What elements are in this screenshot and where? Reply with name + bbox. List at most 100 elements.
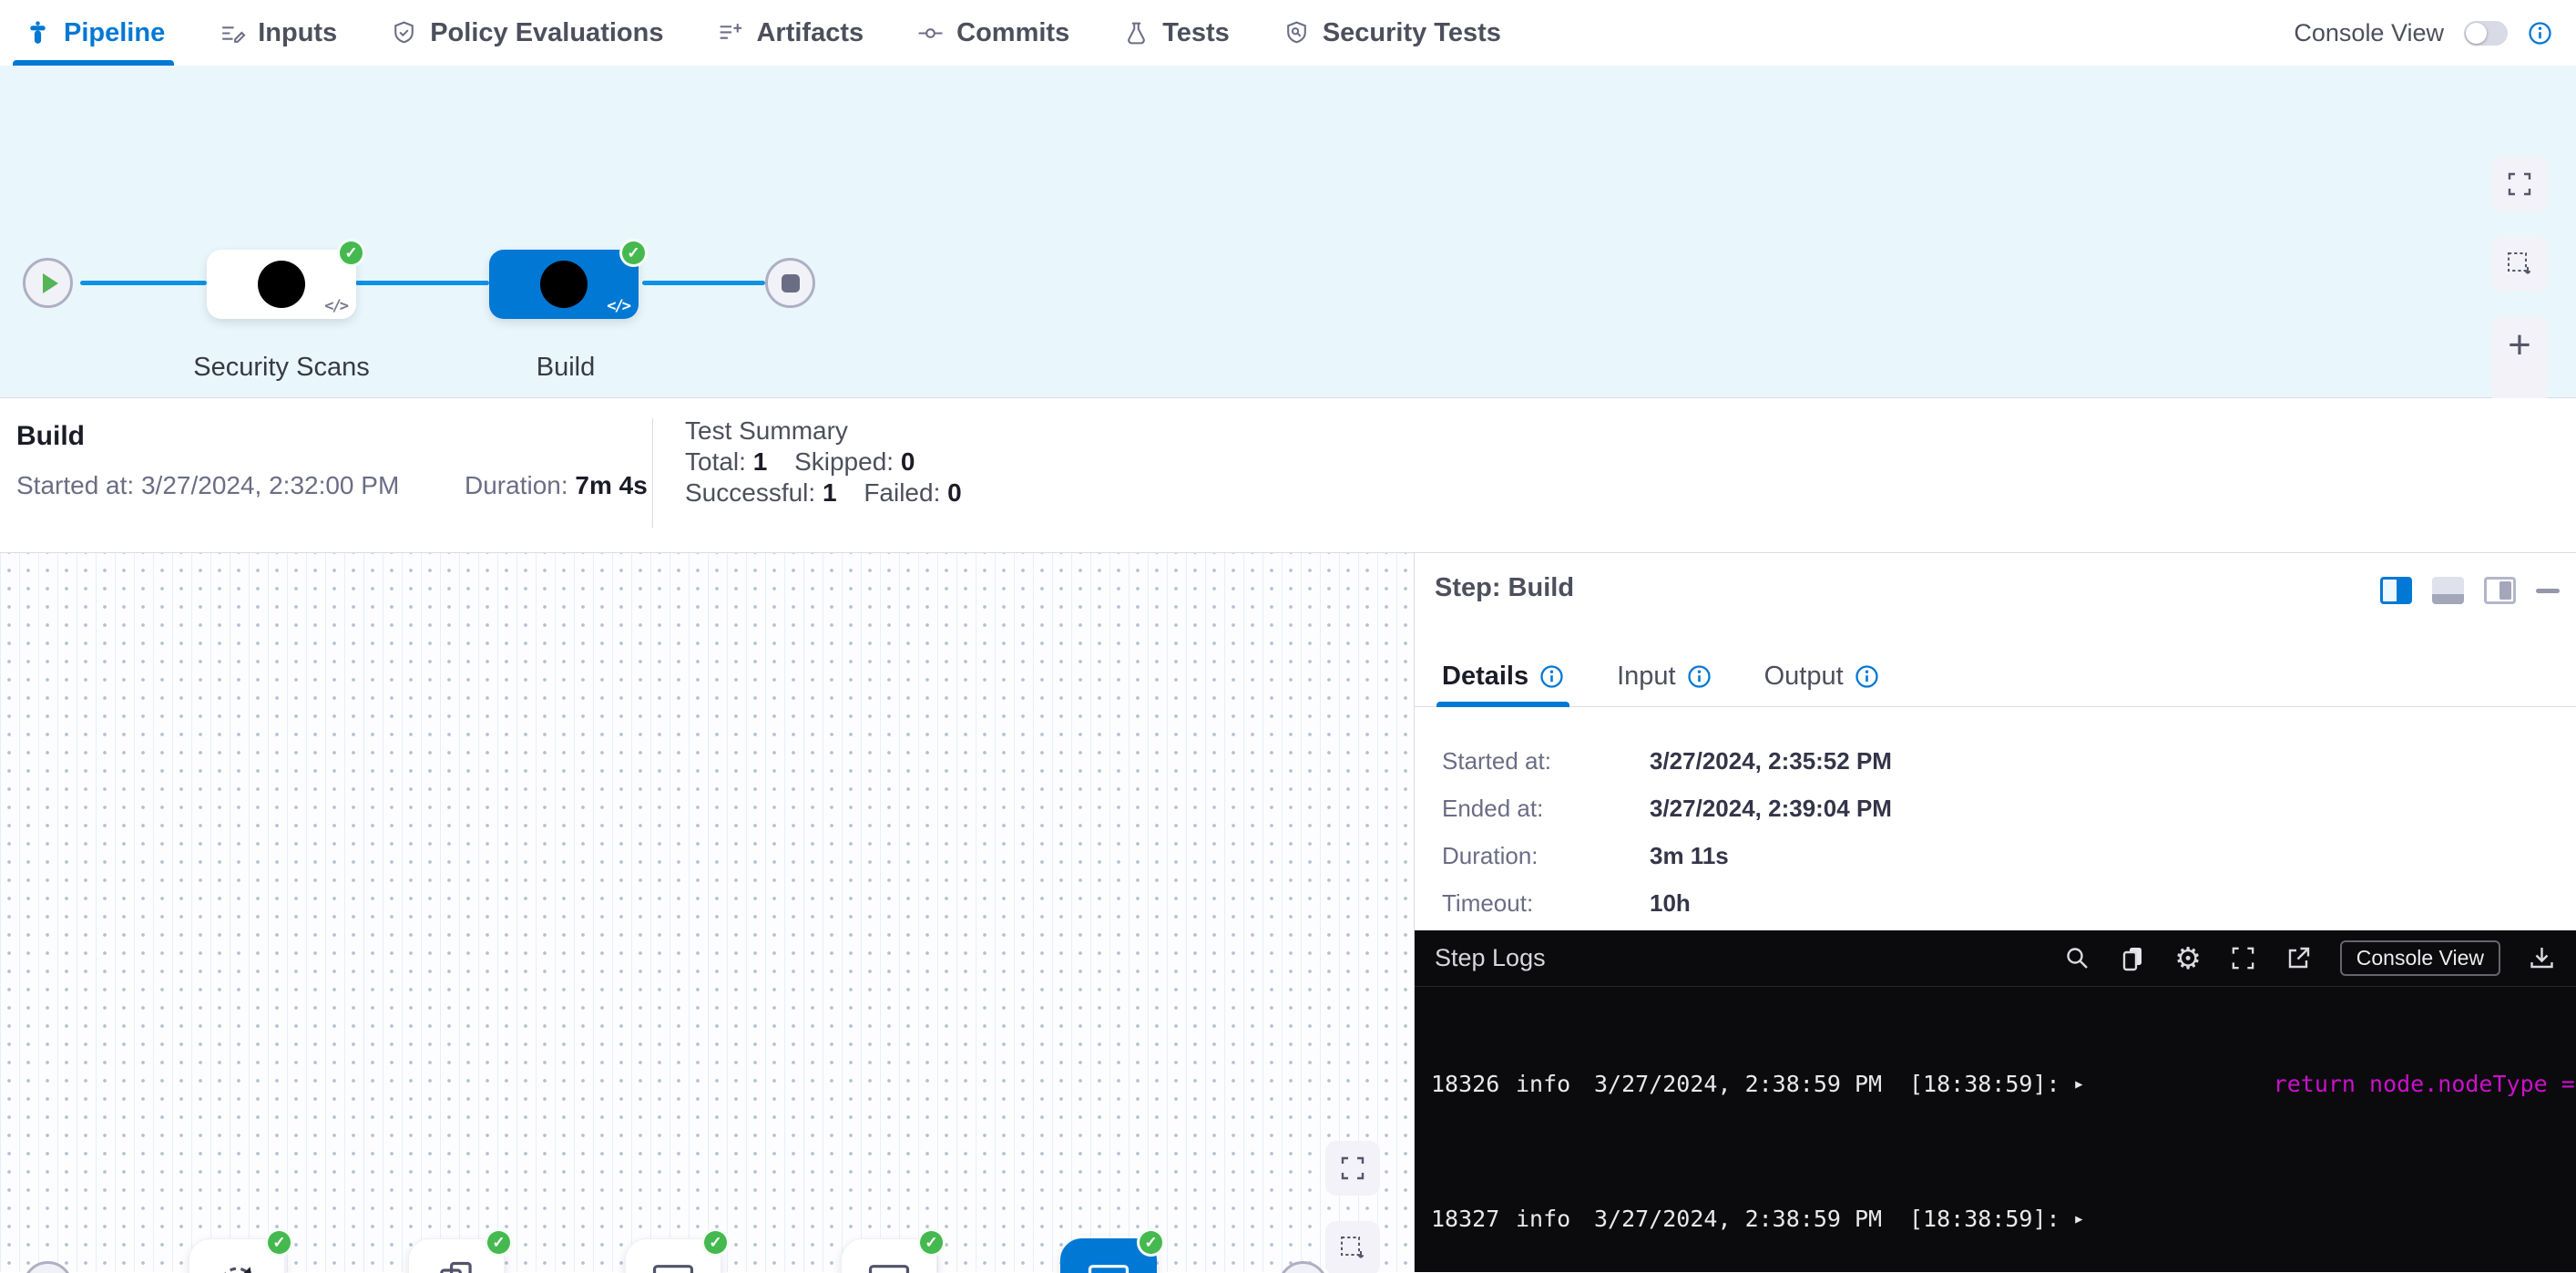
detail-value: 3m 11s (1650, 841, 1892, 870)
step-node-initialize[interactable]: </> ✓ (189, 1238, 285, 1273)
detail-label: Ended at: (1442, 794, 1650, 823)
test-summary-title: Test Summary (685, 416, 962, 446)
step-node-build[interactable]: </> ✓ (1060, 1238, 1157, 1273)
pipeline-end-node (765, 258, 815, 308)
info-icon[interactable] (1687, 664, 1712, 689)
success-check-icon: ✓ (485, 1228, 513, 1257)
success-check-icon: ✓ (1137, 1228, 1165, 1257)
fullscreen-icon (2505, 169, 2534, 199)
open-external-icon[interactable] (2285, 944, 2313, 972)
step-node-install-build-dependencies[interactable]: </> ✓ (841, 1238, 937, 1273)
log-level: info (1516, 1067, 1574, 1101)
code-tag-icon: </> (607, 297, 629, 315)
tab-input[interactable]: Input (1617, 647, 1712, 706)
layout-bottom-split-button[interactable] (2432, 577, 2464, 604)
summary-duration: Duration: 7m 4s (465, 471, 648, 500)
nav-tab-label: Security Tests (1323, 18, 1501, 48)
test-summary-row: Total: 1 Skipped: 0 (685, 447, 962, 477)
log-line: 18326info3/27/2024, 2:38:59 PM[18:38:59]… (1415, 1067, 2576, 1101)
stage-start-node (23, 1261, 73, 1273)
stage-node-build[interactable]: </> ✓ (489, 250, 639, 319)
info-icon[interactable] (1539, 664, 1564, 689)
nav-tab-label: Pipeline (64, 18, 165, 48)
info-icon[interactable] (1855, 664, 1879, 689)
zoom-in-button[interactable]: + (2492, 317, 2547, 374)
summary-started-at: Started at: 3/27/2024, 2:32:00 PM (16, 471, 399, 500)
copy-icon[interactable] (2119, 944, 2147, 972)
build-summary-bar: Build Started at: 3/27/2024, 2:32:00 PM … (0, 398, 2576, 553)
search-icon[interactable] (2063, 944, 2091, 972)
log-time: [18:38:59]: (1909, 1067, 2062, 1101)
nav-tab-icon (716, 19, 744, 47)
info-icon[interactable] (2528, 21, 2552, 46)
log-content: return node.nodeType === (2095, 1067, 2576, 1101)
log-date: 3/27/2024, 2:38:59 PM (1594, 1067, 1895, 1101)
canvas-fullscreen-button[interactable] (1325, 1141, 1380, 1196)
nav-tab-icon (24, 19, 52, 47)
panel-tabs: Details Input Output (1415, 647, 2576, 707)
tab-details[interactable]: Details (1442, 647, 1564, 706)
minimize-panel-button[interactable] (2536, 589, 2560, 593)
stage-node-security-scans[interactable]: </> ✓ (207, 250, 356, 319)
step-logs-header: Step Logs ⚙ Console View (1415, 930, 2576, 987)
ci-stage-icon (256, 259, 307, 310)
nav-tab-artifacts[interactable]: Artifacts (716, 0, 864, 66)
download-logs-icon[interactable] (2528, 944, 2556, 972)
code-tag-icon: </> (324, 297, 347, 315)
nav-tabs: Pipeline Inputs Policy Evaluations Artif… (24, 0, 1501, 66)
tab-output[interactable]: Output (1764, 647, 1879, 706)
stage-label: Build (537, 353, 596, 383)
details-table: Started at: 3/27/2024, 2:35:52 PM Ended … (1442, 746, 1892, 918)
pipeline-start-node (23, 258, 73, 308)
detail-value: 3/27/2024, 2:35:52 PM (1650, 746, 1892, 775)
edge (355, 281, 489, 285)
log-date: 3/27/2024, 2:38:59 PM (1594, 1202, 1895, 1236)
log-expand-arrow-icon[interactable]: ▸ (2073, 1202, 2088, 1236)
nav-tab-label: Commits (956, 18, 1069, 48)
layout-right-split-button[interactable] (2380, 577, 2412, 604)
step-logs-title: Step Logs (1435, 944, 1546, 972)
console-view-button[interactable]: Console View (2340, 940, 2500, 976)
detail-value: 3/27/2024, 2:39:04 PM (1650, 794, 1892, 823)
nav-tab-inputs[interactable]: Inputs (218, 0, 337, 66)
play-icon (43, 273, 58, 293)
layout-floating-button[interactable] (2484, 577, 2516, 604)
summary-title: Build (16, 421, 85, 452)
success-check-icon: ✓ (619, 239, 648, 267)
canvas-fullscreen-button[interactable] (2492, 157, 2547, 211)
terminal-icon (1083, 1258, 1134, 1273)
toggle-knob (2466, 23, 2487, 44)
marquee-select-icon (2505, 250, 2534, 279)
nav-tab-pipeline[interactable]: Pipeline (24, 0, 165, 66)
tab-label: Output (1764, 662, 1844, 692)
canvas-marquee-button[interactable] (1325, 1221, 1380, 1273)
initialize-icon (211, 1258, 262, 1273)
step-node-clone-codebase[interactable]: </> ✓ (408, 1238, 505, 1273)
fullscreen-icon[interactable] (2229, 944, 2257, 972)
log-line-number: 18327 (1431, 1202, 1504, 1236)
panel-layout-controls (2380, 577, 2560, 604)
nav-tab-commits[interactable]: Commits (916, 0, 1069, 66)
step-node-run-npm-tests[interactable]: </> ✓ (625, 1238, 721, 1273)
log-expand-arrow-icon[interactable]: ▸ (2073, 1067, 2088, 1101)
nav-tab-icon (1122, 19, 1150, 47)
clone-icon (431, 1258, 482, 1273)
top-navigation: Pipeline Inputs Policy Evaluations Artif… (0, 0, 2576, 66)
stage-label: Security Scans (193, 353, 369, 383)
success-check-icon: ✓ (701, 1228, 730, 1257)
ci-stage-icon (538, 259, 589, 310)
success-check-icon: ✓ (917, 1228, 946, 1257)
success-check-icon: ✓ (337, 239, 365, 267)
summary-divider (652, 418, 653, 528)
detail-value: 10h (1650, 888, 1892, 918)
settings-gear-icon[interactable]: ⚙ (2174, 943, 2202, 973)
nav-tab-policy-evaluations[interactable]: Policy Evaluations (390, 0, 663, 66)
canvas-marquee-button[interactable] (2492, 237, 2547, 292)
nav-tab-icon (390, 19, 418, 47)
terminal-icon (864, 1258, 915, 1273)
nav-tab-tests[interactable]: Tests (1122, 0, 1230, 66)
nav-tab-icon (218, 19, 246, 47)
log-lines[interactable]: 18326info3/27/2024, 2:38:59 PM[18:38:59]… (1415, 987, 2576, 1272)
console-view-toggle[interactable] (2464, 21, 2508, 46)
nav-tab-security-tests[interactable]: Security Tests (1283, 0, 1501, 66)
